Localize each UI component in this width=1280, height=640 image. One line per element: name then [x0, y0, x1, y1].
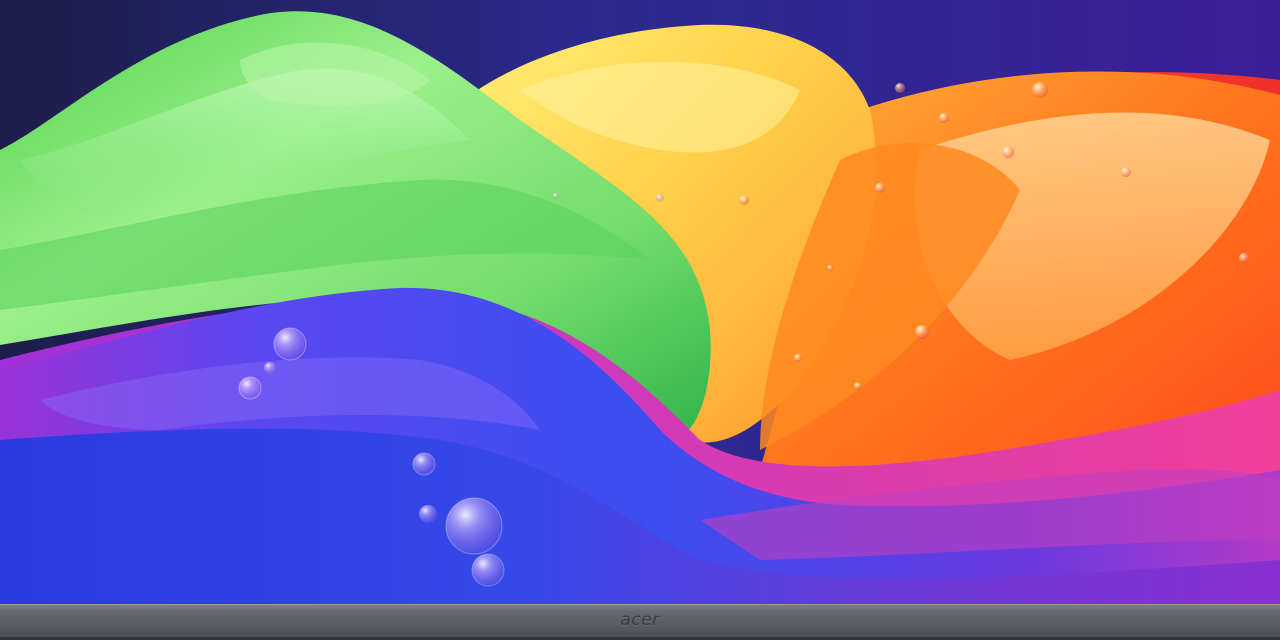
- brand-logo: acer: [620, 610, 660, 630]
- monitor: acer: [0, 0, 1280, 640]
- fluid-silk-wallpaper: [0, 0, 1280, 604]
- monitor-bezel: acer: [0, 604, 1280, 640]
- screen-wallpaper: [0, 0, 1280, 604]
